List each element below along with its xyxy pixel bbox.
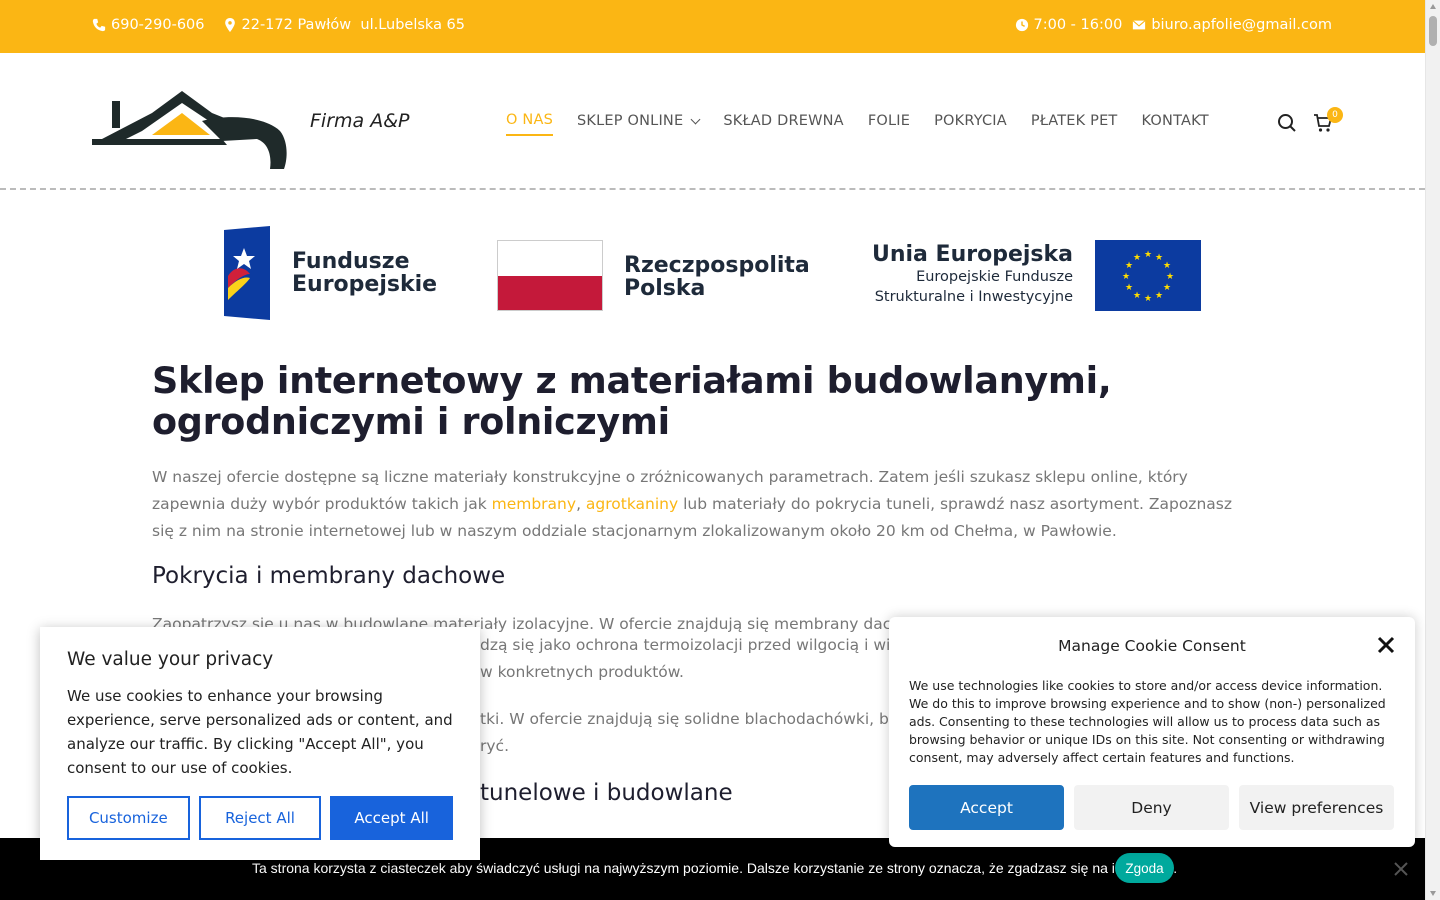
nav-label: POKRYCIA bbox=[934, 113, 1007, 129]
page-scrollbar[interactable] bbox=[1425, 0, 1440, 900]
main-content: Sklep internetowy z materiałami budowlan… bbox=[152, 360, 1252, 638]
close-icon[interactable] bbox=[1377, 636, 1395, 654]
link-membrany[interactable]: membrany bbox=[492, 495, 576, 513]
privacy-popup: We value your privacy We use cookies to … bbox=[40, 627, 480, 860]
opening-hours: 7:00 - 16:00 bbox=[1033, 17, 1123, 33]
nav-pokrycia[interactable]: POKRYCIA bbox=[934, 112, 1007, 136]
obscured-text-3: tki. W ofercie znajdują się solidne blac… bbox=[480, 710, 903, 728]
zgoda-button[interactable]: Zgoda bbox=[1115, 853, 1174, 883]
cookie-notice-text: Ta strona korzysta z ciasteczek aby świa… bbox=[252, 860, 1178, 876]
search-icon[interactable] bbox=[1277, 113, 1297, 133]
clock-icon bbox=[1015, 18, 1028, 32]
nav-label: O NAS bbox=[506, 112, 553, 128]
fundusze-europejskie-text: Fundusze Europejskie bbox=[292, 250, 437, 296]
svg-text:★: ★ bbox=[1144, 294, 1152, 304]
phone-icon bbox=[92, 18, 106, 32]
scroll-up-icon[interactable] bbox=[1430, 4, 1436, 9]
fundusze-europejskie-logo bbox=[224, 226, 270, 320]
svg-text:★: ★ bbox=[1155, 291, 1163, 301]
accept-button[interactable]: Accept bbox=[909, 785, 1064, 830]
ue-sub-1: Europejskie Fundusze bbox=[916, 269, 1073, 285]
nav-kontakt[interactable]: KONTAKT bbox=[1142, 112, 1209, 136]
privacy-text: We use cookies to enhance your browsing … bbox=[67, 687, 453, 777]
nav-label: FOLIE bbox=[867, 113, 911, 129]
intro-sep: , bbox=[576, 495, 586, 513]
svg-text:★: ★ bbox=[1125, 261, 1133, 271]
nav-sklad-drewna[interactable]: SKŁAD DREWNA bbox=[723, 112, 843, 136]
ue-sub-2: Strukturalne i Inwestycyjne bbox=[874, 289, 1073, 305]
svg-text:★: ★ bbox=[1163, 261, 1171, 271]
address-item: 22-172 Pawłów ul.Lubelska 65 bbox=[223, 17, 466, 33]
phone-link[interactable]: 690-290-606 bbox=[92, 17, 205, 33]
chevron-down-icon bbox=[690, 114, 701, 124]
link-agrotkaniny[interactable]: agrotkaniny bbox=[586, 495, 678, 513]
hours-item: 7:00 - 16:00 bbox=[1015, 17, 1123, 33]
scroll-down-icon[interactable] bbox=[1430, 891, 1436, 896]
top-bar-left: 690-290-606 22-172 Pawłów ul.Lubelska 65 bbox=[92, 17, 465, 33]
intro-paragraph: W naszej ofercie dostępne są liczne mate… bbox=[152, 464, 1252, 545]
nav-label: SKŁAD DREWNA bbox=[723, 113, 844, 129]
svg-text:★: ★ bbox=[1125, 283, 1133, 293]
pl-line-1: Rzeczpospolita bbox=[624, 253, 810, 278]
rzeczpospolita-polska-text: Rzeczpospolita Polska bbox=[624, 254, 810, 300]
ue-title: Unia Europejska bbox=[871, 242, 1073, 267]
nav-sklep-online[interactable]: SKLEP ONLINE bbox=[577, 112, 701, 136]
obscured-text-4: ryć. bbox=[480, 737, 509, 755]
view-preferences-button[interactable]: View preferences bbox=[1239, 785, 1394, 830]
deny-button[interactable]: Deny bbox=[1074, 785, 1229, 830]
svg-text:★: ★ bbox=[1133, 253, 1141, 263]
header-divider bbox=[0, 188, 1425, 190]
nav-label: KONTAKT bbox=[1141, 113, 1209, 129]
nav-platek-pet[interactable]: PŁATEK PET bbox=[1031, 112, 1118, 136]
email-address: biuro.apfolie@gmail.com bbox=[1151, 17, 1332, 33]
nav-folie[interactable]: FOLIE bbox=[868, 112, 910, 136]
privacy-title: We value your privacy bbox=[67, 649, 274, 670]
pl-line-2: Polska bbox=[624, 276, 706, 301]
privacy-buttons: Customize Reject All Accept All bbox=[67, 796, 454, 840]
map-marker-icon bbox=[224, 18, 235, 32]
consent-title: Manage Cookie Consent bbox=[1058, 637, 1246, 655]
poland-flag bbox=[497, 240, 603, 311]
fe-line-2: Europejskie bbox=[292, 272, 438, 297]
company-logo[interactable] bbox=[92, 73, 292, 173]
eu-funds-banner: Fundusze Europejskie Rzeczpospolita Pols… bbox=[220, 222, 1205, 324]
nav-label: PŁATEK PET bbox=[1030, 113, 1118, 129]
cookie-consent-dialog: Manage Cookie Consent We use technologie… bbox=[889, 617, 1415, 847]
svg-text:★: ★ bbox=[1163, 283, 1171, 293]
svg-text:★: ★ bbox=[1122, 272, 1130, 282]
unia-europejska-text: Unia Europejska Europejskie Fundusze Str… bbox=[872, 242, 1073, 307]
consent-text: We use technologies like cookies to stor… bbox=[909, 678, 1386, 765]
eu-flag: ★ ★★★ ★★★★ ★★★★ bbox=[1095, 240, 1201, 311]
svg-text:★: ★ bbox=[1144, 250, 1152, 260]
envelope-icon bbox=[1132, 20, 1146, 30]
reject-all-button[interactable]: Reject All bbox=[198, 796, 322, 840]
email-link[interactable]: biuro.apfolie@gmail.com bbox=[1132, 17, 1332, 33]
top-contact-bar: 690-290-606 22-172 Pawłów ul.Lubelska 65… bbox=[0, 0, 1425, 53]
brand-name[interactable]: Firma A&P bbox=[310, 110, 409, 132]
obscured-text-2: w konkretnych produktów. bbox=[480, 663, 684, 681]
customize-button[interactable]: Customize bbox=[67, 796, 190, 840]
svg-text:★: ★ bbox=[1133, 291, 1141, 301]
obscured-text-1: dzą się jako ochrona termoizolacji przed… bbox=[480, 636, 900, 654]
cart-count-badge: 0 bbox=[1327, 107, 1343, 123]
title-line-1: Sklep internetowy z materiałami budowlan… bbox=[152, 359, 1112, 402]
top-bar-right: 7:00 - 16:00 biuro.apfolie@gmail.com bbox=[1015, 17, 1332, 33]
fe-line-1: Fundusze bbox=[292, 249, 410, 274]
consent-buttons: Accept Deny View preferences bbox=[909, 785, 1395, 830]
nav-o-nas[interactable]: O NAS bbox=[506, 112, 553, 136]
svg-text:★: ★ bbox=[1166, 272, 1174, 282]
scroll-thumb[interactable] bbox=[1429, 16, 1437, 46]
close-icon[interactable] bbox=[1393, 861, 1409, 877]
site-header: Firma A&P O NAS SKLEP ONLINE SKŁAD DREWN… bbox=[0, 53, 1425, 190]
main-navigation: O NAS SKLEP ONLINE SKŁAD DREWNA FOLIE PO… bbox=[506, 112, 1209, 136]
phone-number: 690-290-606 bbox=[111, 17, 205, 33]
accept-all-button[interactable]: Accept All bbox=[330, 796, 454, 840]
page-title: Sklep internetowy z materiałami budowlan… bbox=[152, 360, 1252, 442]
svg-text:★: ★ bbox=[1155, 253, 1163, 263]
nav-label: SKLEP ONLINE bbox=[577, 113, 684, 129]
title-line-2: ogrodniczymi i rolniczymi bbox=[152, 400, 670, 443]
section-heading-pokrycia: Pokrycia i membrany dachowe bbox=[152, 563, 506, 589]
section-heading-tunelowe: tunelowe i budowlane bbox=[480, 780, 733, 806]
address-text: 22-172 Pawłów ul.Lubelska 65 bbox=[241, 17, 466, 33]
